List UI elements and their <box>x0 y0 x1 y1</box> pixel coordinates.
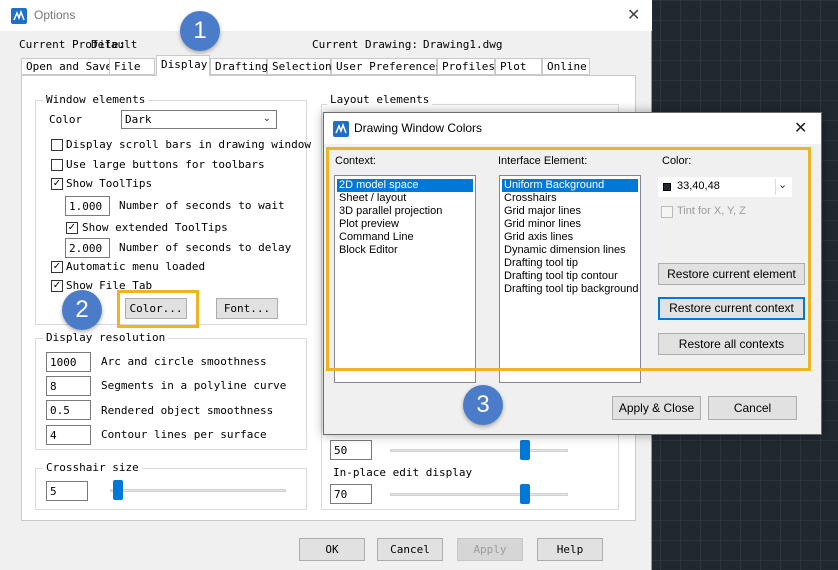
app-icon <box>11 8 27 24</box>
inplace-slider-track[interactable] <box>390 493 568 496</box>
fade-slider-track[interactable] <box>390 449 568 452</box>
color-scheme-value: Dark <box>125 113 152 126</box>
tab-display[interactable]: Display <box>156 55 210 76</box>
tab-drafting[interactable]: Drafting <box>210 58 268 75</box>
ok-button[interactable]: OK <box>299 538 365 561</box>
tab-file[interactable]: File <box>109 58 155 75</box>
large-buttons-label: Use large buttons for toolbars <box>66 158 265 171</box>
highlight-color-button <box>117 290 199 328</box>
current-drawing-label: Current Drawing: <box>312 38 418 51</box>
window-title: Options <box>34 8 76 22</box>
scrollbars-checkbox[interactable] <box>51 139 63 151</box>
scrollbars-label: Display scroll bars in drawing window <box>66 138 312 151</box>
show-tooltips-label: Show ToolTips <box>66 177 153 190</box>
extended-tooltips-checkbox[interactable]: ✓ <box>66 222 78 234</box>
arc-smoothness-input[interactable]: 1000 <box>46 352 91 372</box>
contour-lines-input[interactable]: 4 <box>46 425 91 445</box>
cancel-button[interactable]: Cancel <box>377 538 443 561</box>
options-titlebar[interactable]: Options ✕ <box>0 0 652 31</box>
crosshair-slider-thumb[interactable] <box>113 480 123 500</box>
tab-user-preferences[interactable]: User Preferences <box>331 58 442 75</box>
large-buttons-checkbox[interactable] <box>51 159 63 171</box>
tooltip-wait-input[interactable]: 1.000 <box>65 196 110 216</box>
dwc-title: Drawing Window Colors <box>354 121 483 135</box>
crosshair-title: Crosshair size <box>43 461 142 474</box>
color-scheme-select[interactable]: Dark ⌄ <box>121 110 277 129</box>
rendered-smoothness-label: Rendered object smoothness <box>101 404 274 417</box>
tab-selection[interactable]: Selection <box>267 58 332 75</box>
contour-lines-label: Contour lines per surface <box>101 428 267 441</box>
chevron-down-icon: ⌄ <box>262 113 271 124</box>
apply-button[interactable]: Apply <box>457 538 523 561</box>
layout-elements-title: Layout elements <box>327 93 433 106</box>
color-scheme-label: Color <box>49 113 83 126</box>
help-button[interactable]: Help <box>537 538 603 561</box>
polyline-segments-input[interactable]: 8 <box>46 376 91 396</box>
window-elements-title: Window elements <box>43 93 149 106</box>
tab-online[interactable]: Online <box>542 58 590 75</box>
annotation-badge-1: 1 <box>180 11 220 51</box>
font-button[interactable]: Font... <box>216 298 278 319</box>
tab-plot[interactable]: Plot <box>495 58 542 75</box>
extended-tooltips-label: Show extended ToolTips <box>82 221 228 234</box>
app-icon <box>333 121 349 137</box>
fade-control-input[interactable]: 50 <box>330 440 372 460</box>
annotation-badge-3: 3 <box>463 385 503 425</box>
tab-open-and-save[interactable]: Open and Save <box>21 58 112 75</box>
dwc-cancel-button[interactable]: Cancel <box>708 396 797 420</box>
tooltip-delay-label: Number of seconds to delay <box>119 241 292 254</box>
close-icon[interactable]: ✕ <box>627 5 640 24</box>
display-resolution-title: Display resolution <box>43 331 169 344</box>
file-tab-checkbox[interactable]: ✓ <box>51 280 63 292</box>
apply-close-button[interactable]: Apply & Close <box>612 396 701 420</box>
fade-slider-thumb[interactable] <box>520 440 530 460</box>
highlight-color-panel <box>326 147 811 371</box>
current-drawing-value: Drawing1.dwg <box>423 38 503 51</box>
close-icon[interactable]: ✕ <box>794 118 807 137</box>
auto-menu-checkbox[interactable]: ✓ <box>51 261 63 273</box>
arc-smoothness-label: Arc and circle smoothness <box>101 355 267 368</box>
current-profile-value: Default <box>91 38 138 51</box>
show-tooltips-checkbox[interactable]: ✓ <box>51 178 63 190</box>
tab-profiles[interactable]: Profiles <box>437 58 495 75</box>
crosshair-size-input[interactable]: 5 <box>46 481 88 501</box>
tooltip-delay-input[interactable]: 2.000 <box>65 238 110 258</box>
polyline-segments-label: Segments in a polyline curve <box>101 379 287 392</box>
tooltip-wait-label: Number of seconds to wait <box>119 199 285 212</box>
crosshair-slider-track[interactable] <box>110 489 286 492</box>
auto-menu-label: Automatic menu loaded <box>66 260 206 273</box>
annotation-badge-2: 2 <box>62 290 102 330</box>
inplace-edit-input[interactable]: 70 <box>330 484 372 504</box>
dwc-titlebar[interactable]: Drawing Window Colors ✕ <box>324 113 821 144</box>
rendered-smoothness-input[interactable]: 0.5 <box>46 400 91 420</box>
inplace-edit-title: In-place edit display <box>333 466 473 479</box>
inplace-slider-thumb[interactable] <box>520 484 530 504</box>
